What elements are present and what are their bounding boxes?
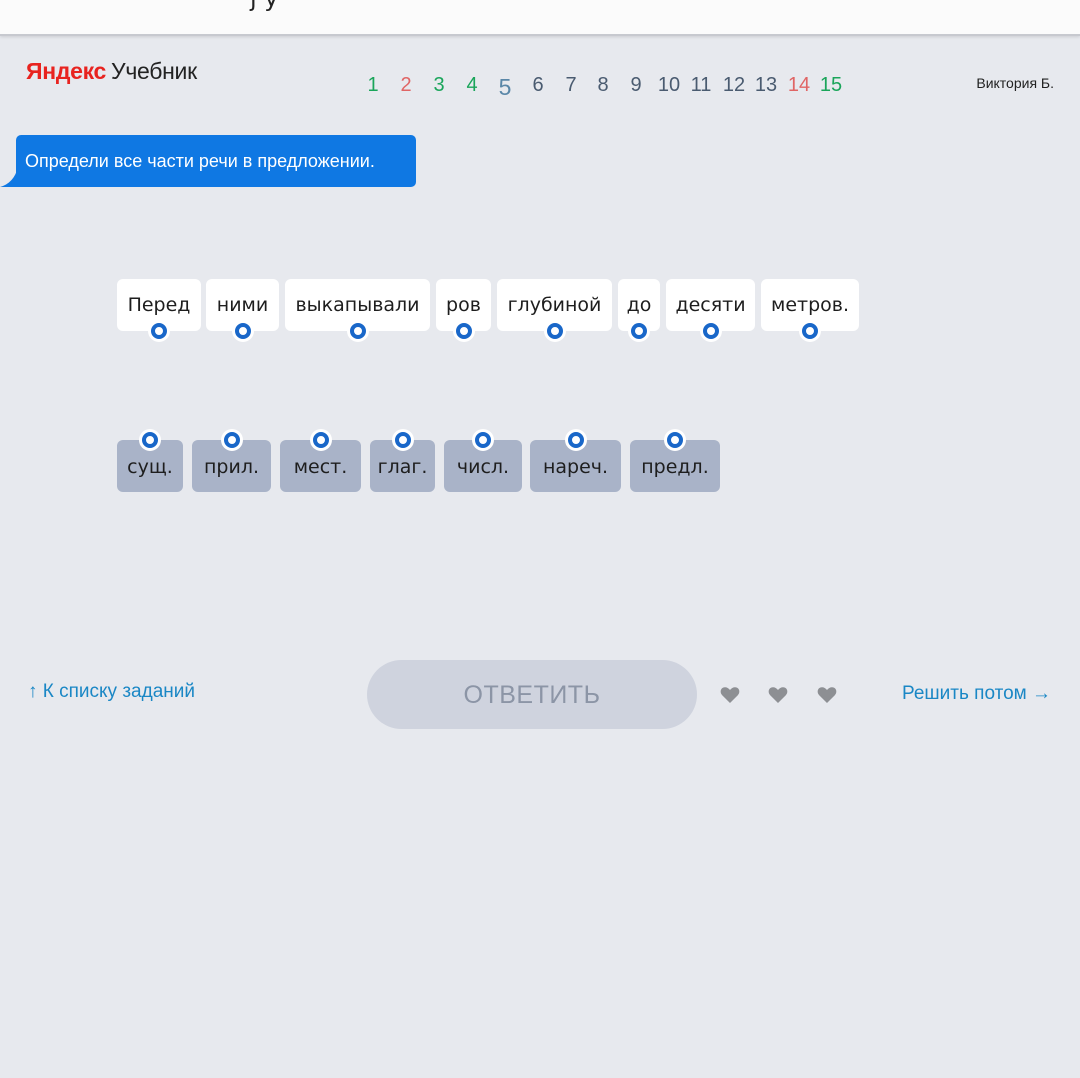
word-connector-dot[interactable] <box>452 320 475 342</box>
logo-product: Учебник <box>111 58 197 84</box>
heart-icon <box>768 687 788 703</box>
page-number-4[interactable]: 4 <box>455 74 489 97</box>
user-name[interactable]: Виктория Б. <box>976 75 1054 91</box>
heart-icon <box>817 687 837 703</box>
page-number-12[interactable]: 12 <box>717 74 751 97</box>
word-connector-dot[interactable] <box>231 320 254 342</box>
page-number-2[interactable]: 2 <box>389 74 423 97</box>
word-connector-dot[interactable] <box>799 320 821 342</box>
solve-later-link[interactable]: Решить потом → <box>902 683 1051 705</box>
tag-connector-dot[interactable] <box>664 429 686 451</box>
logo-brand: Яндекс <box>26 58 107 84</box>
page-number-10[interactable]: 10 <box>652 74 686 97</box>
word-connector-dot[interactable] <box>543 320 566 342</box>
page-number-14[interactable]: 14 <box>782 74 816 97</box>
task-instruction: Определи все части речи в предложении. <box>16 135 416 187</box>
tag-connector-dot[interactable] <box>220 429 243 451</box>
tag-connector-dot[interactable] <box>139 429 161 451</box>
word-connector-dot[interactable] <box>699 320 722 342</box>
page-number-8[interactable]: 8 <box>586 74 620 97</box>
word-connector-dot[interactable] <box>628 320 650 342</box>
page-number-6[interactable]: 6 <box>521 74 555 97</box>
answer-button[interactable]: ОТВЕТИТЬ <box>367 660 697 729</box>
cropped-title-fragment: ј у <box>250 0 279 12</box>
tag-connector-dot[interactable] <box>564 429 587 451</box>
page-number-9[interactable]: 9 <box>619 74 653 97</box>
tag-connector-dot[interactable] <box>309 429 332 451</box>
tag-connector-dot[interactable] <box>391 429 414 451</box>
page-number-13[interactable]: 13 <box>749 74 783 97</box>
page-number-1[interactable]: 1 <box>356 74 390 97</box>
tag-connector-dot[interactable] <box>472 429 494 451</box>
word-connector-dot[interactable] <box>148 320 170 342</box>
page-number-5[interactable]: 5 <box>488 74 522 101</box>
back-to-task-list-link[interactable]: ↑ К списку заданий <box>28 681 195 703</box>
page-number-15[interactable]: 15 <box>814 74 848 97</box>
word-connector-dot[interactable] <box>346 320 369 342</box>
yandex-uchebnik-logo[interactable]: Яндекс Учебник <box>26 58 197 85</box>
page-number-11[interactable]: 11 <box>684 74 718 97</box>
browser-top-bar: ј у <box>0 0 1080 36</box>
heart-icon <box>720 687 740 703</box>
page-number-3[interactable]: 3 <box>422 74 456 97</box>
page-number-7[interactable]: 7 <box>554 74 588 97</box>
